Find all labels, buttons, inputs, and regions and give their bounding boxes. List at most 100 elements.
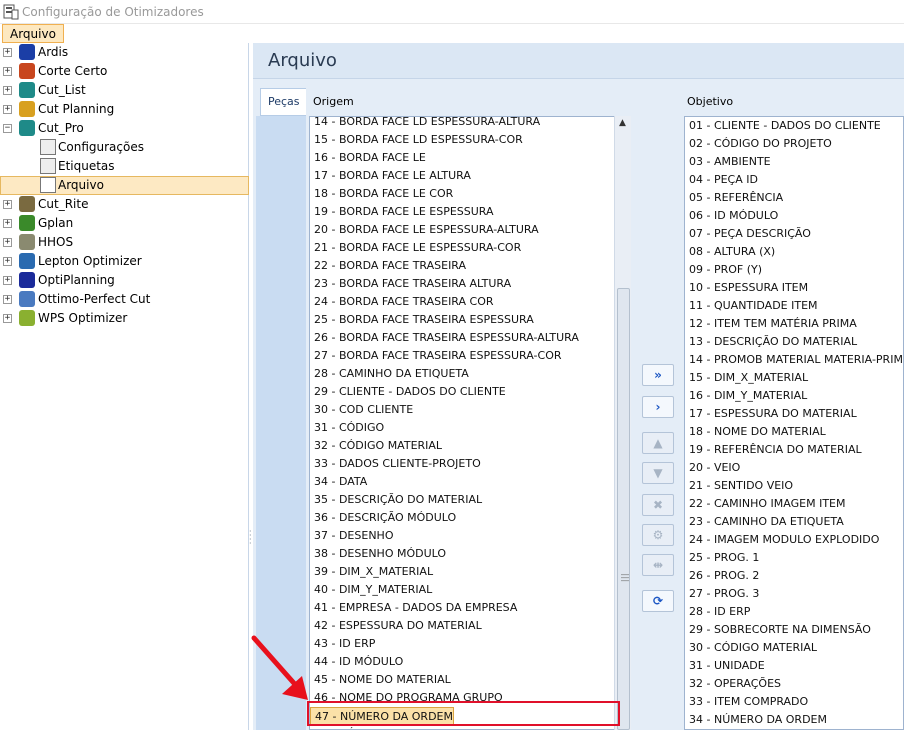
sidebar-item-cut-list[interactable]: + Cut_List [0,81,249,100]
sidebar-item-cut-planning[interactable]: + Cut Planning [0,100,249,119]
list-item[interactable]: 19 - BORDA FACE LE ESPESSURA [314,203,494,221]
list-item[interactable]: 14 - PROMOB MATERIAL MATERIA-PRIMA [689,351,903,369]
list-item[interactable]: 43 - ID ERP [314,635,375,653]
list-item[interactable]: 44 - ID MÓDULO [314,653,403,671]
list-item[interactable]: 20 - BORDA FACE LE ESPESSURA-ALTURA [314,221,539,239]
expand-icon[interactable]: + [3,295,12,304]
list-item[interactable]: 05 - REFERÊNCIA [689,189,783,207]
sidebar-item-cut-rite[interactable]: + Cut_Rite [0,195,249,214]
list-item[interactable]: 17 - ESPESSURA DO MATERIAL [689,405,857,423]
sidebar-item-corte-certo[interactable]: + Corte Certo [0,62,249,81]
list-item[interactable]: 03 - AMBIENTE [689,153,771,171]
list-item[interactable]: 06 - ID MÓDULO [689,207,778,225]
expand-icon[interactable]: + [3,200,12,209]
sidebar-child-etiquetas[interactable]: Etiquetas [0,157,249,176]
sidebar-item-ardis[interactable]: + Ardis [0,43,249,62]
separator-button[interactable]: ⚙ [642,524,674,546]
remove-button[interactable]: ✖ [642,494,674,516]
sidebar-item-optiplanning[interactable]: + OptiPlanning [0,271,249,290]
list-item[interactable]: 11 - QUANTIDADE ITEM [689,297,818,315]
list-item[interactable]: 26 - PROG. 2 [689,567,759,585]
list-item[interactable]: 37 - DESENHO [314,527,393,545]
sidebar-item-ottimo-perfect-cut[interactable]: + Ottimo-Perfect Cut [0,290,249,309]
refresh-button[interactable]: ⟳ [642,590,674,612]
list-item[interactable]: 16 - BORDA FACE LE [314,149,426,167]
list-item[interactable]: 17 - BORDA FACE LE ALTURA [314,167,471,185]
list-item[interactable]: 02 - CÓDIGO DO PROJETO [689,135,832,153]
move-up-button[interactable]: ▲ [642,432,674,454]
add-button[interactable]: › [642,396,674,418]
sidebar-child-configura-es[interactable]: Configurações [0,138,249,157]
scroll-up-icon[interactable]: ▲ [619,118,626,128]
list-item[interactable]: 29 - SOBRECORTE NA DIMENSÃO [689,621,871,639]
sidebar-child-arquivo[interactable]: Arquivo [0,176,249,195]
list-item[interactable]: 28 - ID ERP [689,603,750,621]
list-item[interactable]: 16 - DIM_Y_MATERIAL [689,387,807,405]
list-item[interactable]: 33 - DADOS CLIENTE-PROJETO [314,455,481,473]
list-item[interactable]: 32 - OPERAÇÕES [689,675,781,693]
sidebar-item-cut-pro[interactable]: − Cut_Pro [0,119,249,138]
list-item[interactable]: 13 - DESCRIÇÃO DO MATERIAL [689,333,857,351]
list-item[interactable]: 24 - BORDA FACE TRASEIRA COR [314,293,494,311]
list-item[interactable]: 30 - COD CLIENTE [314,401,413,419]
expand-icon[interactable]: + [3,314,12,323]
list-item[interactable]: 04 - PEÇA ID [689,171,758,189]
origem-list[interactable]: 14 - BORDA FACE LD ESPESSURA-ALTURA 15 - … [309,116,615,730]
expand-icon[interactable]: + [3,67,12,76]
list-item[interactable]: 25 - BORDA FACE TRASEIRA ESPESSURA [314,311,534,329]
list-item[interactable]: 14 - BORDA FACE LD ESPESSURA-ALTURA [314,117,540,131]
list-item[interactable]: 25 - PROG. 1 [689,549,759,567]
list-item[interactable]: 22 - CAMINHO IMAGEM ITEM [689,495,846,513]
list-item[interactable]: 33 - ITEM COMPRADO [689,693,808,711]
origem-scrollbar[interactable]: ▲ ― ― ― [614,116,631,730]
list-item[interactable]: 40 - DIM_Y_MATERIAL [314,581,432,599]
list-item[interactable]: 26 - BORDA FACE TRASEIRA ESPESSURA-ALTUR… [314,329,579,347]
expand-icon[interactable]: + [3,238,12,247]
list-item[interactable]: 27 - PROG. 3 [689,585,759,603]
sidebar-item-hhos[interactable]: + HHOS [0,233,249,252]
tab-pecas[interactable]: Peças [260,88,306,116]
list-item[interactable]: 34 - NÚMERO DA ORDEM [689,711,827,729]
list-item[interactable]: 18 - NOME DO MATERIAL [689,423,826,441]
scroll-thumb[interactable]: ― ― ― [617,288,630,730]
list-item[interactable]: 35 - DESCRIÇÃO DO MATERIAL [314,491,482,509]
objetivo-list[interactable]: 01 - CLIENTE - DADOS DO CLIENTE 02 - CÓDI… [684,116,904,730]
list-item[interactable]: 22 - BORDA FACE TRASEIRA [314,257,466,275]
list-item[interactable]: 12 - ITEM TEM MATÉRIA PRIMA [689,315,857,333]
list-item[interactable]: 42 - ESPESSURA DO MATERIAL [314,617,482,635]
list-item[interactable]: 24 - IMAGEM MODULO EXPLODIDO [689,531,879,549]
list-item[interactable]: 23 - CAMINHO DA ETIQUETA [689,513,844,531]
list-item[interactable]: 32 - CÓDIGO MATERIAL [314,437,442,455]
add-all-button[interactable]: » [642,364,674,386]
move-down-button[interactable]: ▼ [642,462,674,484]
expand-icon[interactable]: + [3,105,12,114]
list-item[interactable]: 15 - DIM_X_MATERIAL [689,369,808,387]
list-item[interactable]: 23 - BORDA FACE TRASEIRA ALTURA [314,275,511,293]
list-item[interactable]: 09 - PROF (Y) [689,261,762,279]
list-item[interactable]: 21 - BORDA FACE LE ESPESSURA-COR [314,239,521,257]
list-item[interactable]: 01 - CLIENTE - DADOS DO CLIENTE [689,117,881,135]
list-item[interactable]: 10 - ESPESSURA ITEM [689,279,808,297]
list-item[interactable]: 21 - SENTIDO VEIO [689,477,793,495]
sidebar-item-gplan[interactable]: + Gplan [0,214,249,233]
list-item[interactable]: 29 - CLIENTE - DADOS DO CLIENTE [314,383,506,401]
list-item[interactable]: 45 - NOME DO MATERIAL [314,671,451,689]
expand-icon[interactable]: + [3,48,12,57]
list-item[interactable]: 18 - BORDA FACE LE COR [314,185,453,203]
expand-icon[interactable]: + [3,276,12,285]
list-item[interactable]: 20 - VEIO [689,459,740,477]
list-item[interactable]: 08 - ALTURA (X) [689,243,775,261]
sidebar-item-wps-optimizer[interactable]: + WPS Optimizer [0,309,249,328]
list-item[interactable]: 07 - PEÇA DESCRIÇÃO [689,225,811,243]
sidebar-item-lepton-optimizer[interactable]: + Lepton Optimizer [0,252,249,271]
collapse-icon[interactable]: − [3,124,12,133]
list-item[interactable]: 36 - DESCRIÇÃO MÓDULO [314,509,456,527]
list-item[interactable]: 41 - EMPRESA - DADOS DA EMPRESA [314,599,517,617]
expand-icon[interactable]: + [3,219,12,228]
expand-icon[interactable]: + [3,257,12,266]
list-item[interactable]: 15 - BORDA FACE LD ESPESSURA-COR [314,131,523,149]
list-item[interactable]: 28 - CAMINHO DA ETIQUETA [314,365,469,383]
menu-arquivo[interactable]: Arquivo [2,24,64,43]
join-button[interactable]: ⇹ [642,554,674,576]
list-item[interactable]: 34 - DATA [314,473,367,491]
